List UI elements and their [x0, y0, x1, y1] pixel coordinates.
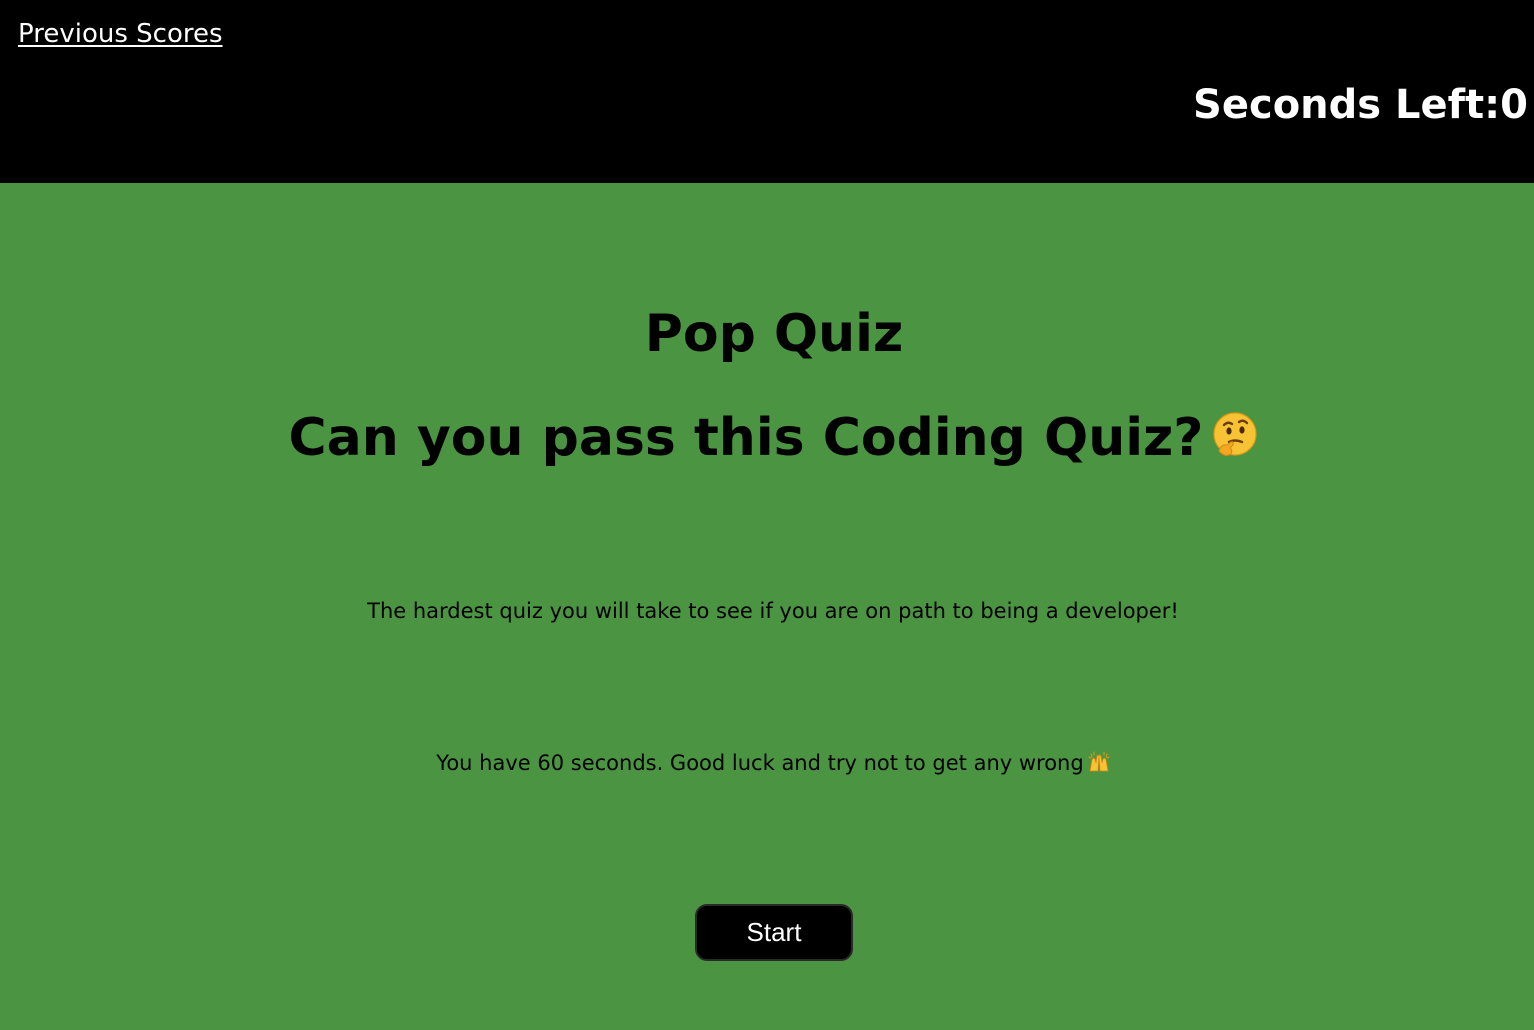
page-subtitle: Can you pass this Coding Quiz?	[0, 407, 1534, 469]
top-header-bar: Previous Scores Seconds Left:0	[0, 0, 1534, 183]
subtitle-text: Can you pass this Coding Quiz?	[288, 408, 1204, 468]
timer-value: 0	[1500, 82, 1528, 128]
quiz-instructions: You have 60 seconds. Good luck and try n…	[0, 749, 1534, 777]
timer-display: Seconds Left:0	[1193, 80, 1528, 130]
timer-label: Seconds Left:	[1193, 82, 1501, 128]
quiz-description: The hardest quiz you will take to see if…	[367, 599, 1179, 623]
quiz-intro-panel: Pop Quiz Can you pass this Coding Quiz? …	[0, 183, 1534, 1030]
raising-hands-icon	[1088, 751, 1110, 772]
thinking-face-icon	[1213, 412, 1258, 456]
start-button[interactable]: Start	[695, 904, 853, 961]
previous-scores-link[interactable]: Previous Scores	[18, 17, 223, 51]
instructions-text: You have 60 seconds. Good luck and try n…	[436, 751, 1084, 775]
page-title: Pop Quiz	[644, 304, 904, 364]
